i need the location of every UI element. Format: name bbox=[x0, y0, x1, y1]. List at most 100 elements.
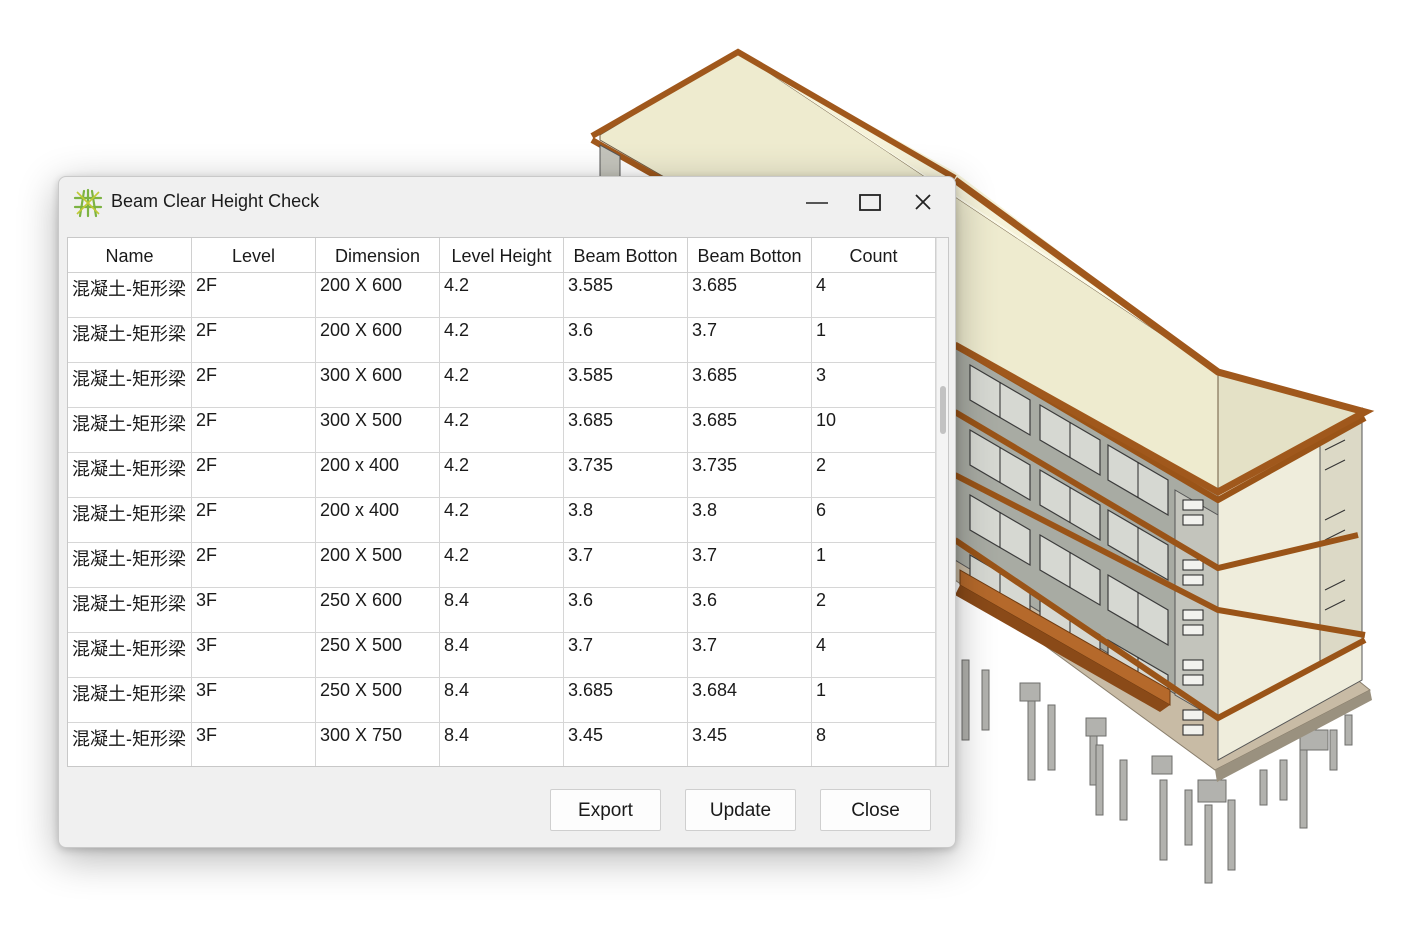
cell-level-height[interactable]: 4.2 bbox=[440, 273, 564, 317]
cell-beam-bottom-2[interactable]: 3.684 bbox=[688, 678, 812, 722]
cell-level[interactable]: 3F bbox=[192, 588, 316, 632]
cell-count[interactable]: 1 bbox=[812, 543, 936, 587]
cell-beam-bottom-2[interactable]: 3.685 bbox=[688, 363, 812, 407]
beam-data-grid[interactable]: Name Level Dimension Level Height Beam B… bbox=[67, 237, 949, 767]
cell-name[interactable]: 混凝土-矩形梁 bbox=[68, 543, 192, 587]
close-button[interactable]: Close bbox=[820, 789, 931, 831]
table-row[interactable]: 混凝土-矩形梁 2F 200 x 400 4.2 3.735 3.735 2 bbox=[68, 453, 936, 498]
cell-beam-bottom-2[interactable]: 3.7 bbox=[688, 633, 812, 677]
cell-name[interactable]: 混凝土-矩形梁 bbox=[68, 408, 192, 452]
title-bar[interactable]: Beam Clear Height Check bbox=[59, 177, 955, 229]
cell-count[interactable]: 4 bbox=[812, 273, 936, 317]
cell-level-height[interactable]: 4.2 bbox=[440, 498, 564, 542]
column-header-beam-bottom-1[interactable]: Beam Botton bbox=[564, 238, 688, 272]
table-row[interactable]: 混凝土-矩形梁 2F 200 X 600 4.2 3.6 3.7 1 bbox=[68, 318, 936, 363]
cell-beam-bottom-1[interactable]: 3.685 bbox=[564, 408, 688, 452]
cell-name[interactable]: 混凝土-矩形梁 bbox=[68, 498, 192, 542]
cell-name[interactable]: 混凝土-矩形梁 bbox=[68, 363, 192, 407]
cell-count[interactable]: 1 bbox=[812, 678, 936, 722]
cell-beam-bottom-2[interactable]: 3.6 bbox=[688, 588, 812, 632]
cell-level-height[interactable]: 8.4 bbox=[440, 678, 564, 722]
table-row[interactable]: 混凝土-矩形梁 2F 200 X 600 4.2 3.585 3.685 4 bbox=[68, 273, 936, 318]
cell-beam-bottom-1[interactable]: 3.6 bbox=[564, 588, 688, 632]
cell-beam-bottom-1[interactable]: 3.735 bbox=[564, 453, 688, 497]
table-row[interactable]: 混凝土-矩形梁 3F 250 X 600 8.4 3.6 3.6 2 bbox=[68, 588, 936, 633]
cell-name[interactable]: 混凝土-矩形梁 bbox=[68, 588, 192, 632]
update-button[interactable]: Update bbox=[685, 789, 796, 831]
minimize-button[interactable] bbox=[790, 183, 842, 223]
cell-count[interactable]: 3 bbox=[812, 363, 936, 407]
cell-count[interactable]: 1 bbox=[812, 318, 936, 362]
cell-beam-bottom-2[interactable]: 3.45 bbox=[688, 723, 812, 766]
column-header-name[interactable]: Name bbox=[68, 238, 192, 272]
cell-dimension[interactable]: 250 X 500 bbox=[316, 678, 440, 722]
cell-name[interactable]: 混凝土-矩形梁 bbox=[68, 318, 192, 362]
table-row[interactable]: 混凝土-矩形梁 2F 300 X 500 4.2 3.685 3.685 10 bbox=[68, 408, 936, 453]
cell-level[interactable]: 2F bbox=[192, 498, 316, 542]
cell-beam-bottom-2[interactable]: 3.8 bbox=[688, 498, 812, 542]
cell-level-height[interactable]: 4.2 bbox=[440, 363, 564, 407]
cell-level-height[interactable]: 4.2 bbox=[440, 453, 564, 497]
cell-name[interactable]: 混凝土-矩形梁 bbox=[68, 273, 192, 317]
cell-beam-bottom-1[interactable]: 3.8 bbox=[564, 498, 688, 542]
cell-level[interactable]: 2F bbox=[192, 453, 316, 497]
cell-dimension[interactable]: 250 X 500 bbox=[316, 633, 440, 677]
cell-beam-bottom-2[interactable]: 3.7 bbox=[688, 543, 812, 587]
cell-level[interactable]: 3F bbox=[192, 678, 316, 722]
cell-level[interactable]: 2F bbox=[192, 408, 316, 452]
cell-name[interactable]: 混凝土-矩形梁 bbox=[68, 678, 192, 722]
cell-name[interactable]: 混凝土-矩形梁 bbox=[68, 633, 192, 677]
cell-beam-bottom-1[interactable]: 3.585 bbox=[564, 273, 688, 317]
table-row[interactable]: 混凝土-矩形梁 3F 250 X 500 8.4 3.7 3.7 4 bbox=[68, 633, 936, 678]
cell-beam-bottom-1[interactable]: 3.7 bbox=[564, 633, 688, 677]
cell-beam-bottom-2[interactable]: 3.7 bbox=[688, 318, 812, 362]
cell-beam-bottom-1[interactable]: 3.585 bbox=[564, 363, 688, 407]
cell-level[interactable]: 2F bbox=[192, 273, 316, 317]
export-button[interactable]: Export bbox=[550, 789, 661, 831]
column-header-count[interactable]: Count bbox=[812, 238, 936, 272]
cell-name[interactable]: 混凝土-矩形梁 bbox=[68, 723, 192, 766]
cell-dimension[interactable]: 300 X 600 bbox=[316, 363, 440, 407]
cell-name[interactable]: 混凝土-矩形梁 bbox=[68, 453, 192, 497]
cell-count[interactable]: 8 bbox=[812, 723, 936, 766]
cell-dimension[interactable]: 300 X 500 bbox=[316, 408, 440, 452]
cell-beam-bottom-2[interactable]: 3.685 bbox=[688, 408, 812, 452]
cell-level[interactable]: 3F bbox=[192, 633, 316, 677]
cell-level[interactable]: 2F bbox=[192, 363, 316, 407]
cell-level-height[interactable]: 8.4 bbox=[440, 723, 564, 766]
cell-count[interactable]: 2 bbox=[812, 588, 936, 632]
column-header-beam-bottom-2[interactable]: Beam Botton bbox=[688, 238, 812, 272]
cell-beam-bottom-1[interactable]: 3.685 bbox=[564, 678, 688, 722]
cell-dimension[interactable]: 200 X 600 bbox=[316, 273, 440, 317]
cell-beam-bottom-2[interactable]: 3.685 bbox=[688, 273, 812, 317]
cell-count[interactable]: 10 bbox=[812, 408, 936, 452]
table-row[interactable]: 混凝土-矩形梁 2F 300 X 600 4.2 3.585 3.685 3 bbox=[68, 363, 936, 408]
column-header-level-height[interactable]: Level Height bbox=[440, 238, 564, 272]
cell-beam-bottom-1[interactable]: 3.6 bbox=[564, 318, 688, 362]
cell-dimension[interactable]: 200 X 600 bbox=[316, 318, 440, 362]
column-header-dimension[interactable]: Dimension bbox=[316, 238, 440, 272]
cell-level[interactable]: 2F bbox=[192, 318, 316, 362]
table-row[interactable]: 混凝土-矩形梁 3F 300 X 750 8.4 3.45 3.45 8 bbox=[68, 723, 936, 766]
vertical-scrollbar[interactable] bbox=[936, 238, 948, 766]
cell-count[interactable]: 6 bbox=[812, 498, 936, 542]
cell-dimension[interactable]: 200 X 500 bbox=[316, 543, 440, 587]
table-row[interactable]: 混凝土-矩形梁 2F 200 x 400 4.2 3.8 3.8 6 bbox=[68, 498, 936, 543]
cell-level[interactable]: 3F bbox=[192, 723, 316, 766]
close-window-button[interactable] bbox=[896, 183, 948, 223]
cell-level-height[interactable]: 4.2 bbox=[440, 318, 564, 362]
cell-dimension[interactable]: 300 X 750 bbox=[316, 723, 440, 766]
cell-beam-bottom-2[interactable]: 3.735 bbox=[688, 453, 812, 497]
cell-level-height[interactable]: 4.2 bbox=[440, 543, 564, 587]
cell-level-height[interactable]: 4.2 bbox=[440, 408, 564, 452]
cell-count[interactable]: 4 bbox=[812, 633, 936, 677]
cell-count[interactable]: 2 bbox=[812, 453, 936, 497]
cell-dimension[interactable]: 200 x 400 bbox=[316, 453, 440, 497]
cell-beam-bottom-1[interactable]: 3.7 bbox=[564, 543, 688, 587]
cell-dimension[interactable]: 250 X 600 bbox=[316, 588, 440, 632]
maximize-button[interactable] bbox=[843, 183, 895, 223]
cell-level-height[interactable]: 8.4 bbox=[440, 633, 564, 677]
table-row[interactable]: 混凝土-矩形梁 3F 250 X 500 8.4 3.685 3.684 1 bbox=[68, 678, 936, 723]
cell-beam-bottom-1[interactable]: 3.45 bbox=[564, 723, 688, 766]
table-row[interactable]: 混凝土-矩形梁 2F 200 X 500 4.2 3.7 3.7 1 bbox=[68, 543, 936, 588]
